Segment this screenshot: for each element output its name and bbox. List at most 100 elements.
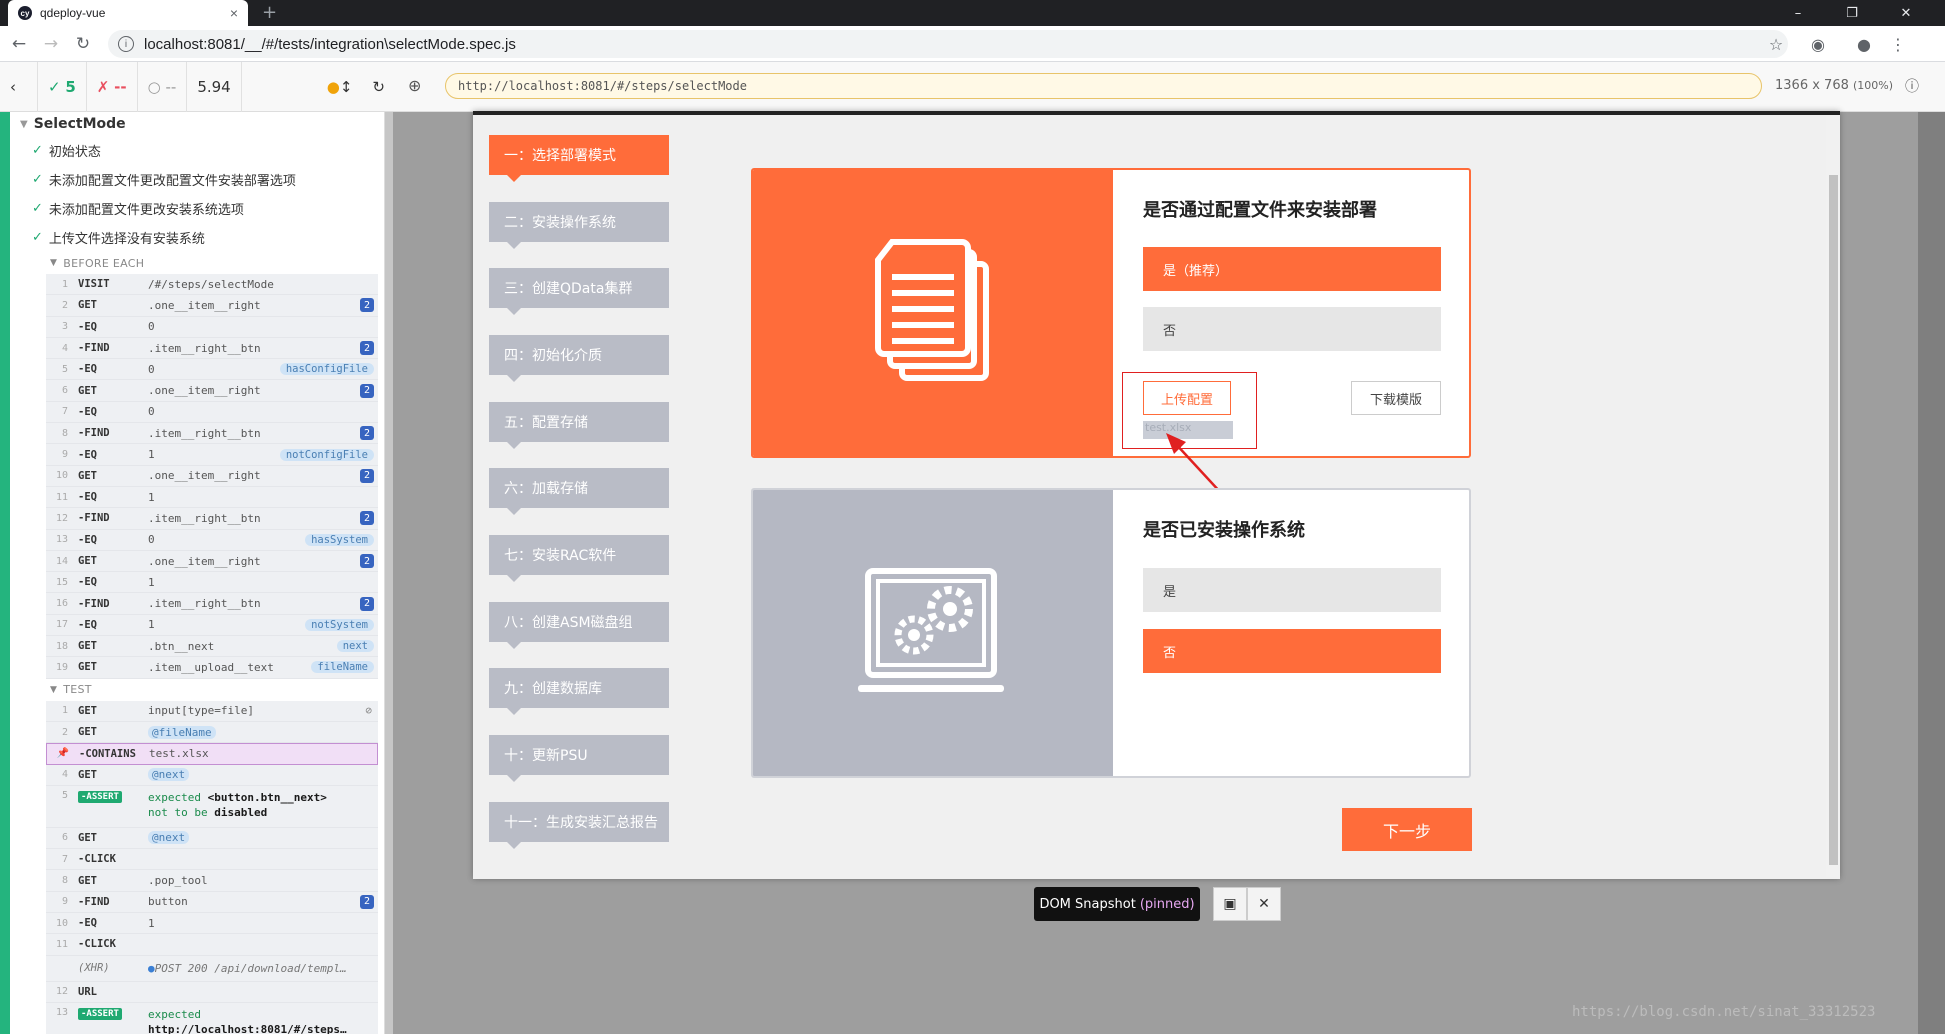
element-count-badge: 2 [360, 511, 374, 526]
unpin-close-icon[interactable]: ✕ [1247, 887, 1281, 921]
suite-title[interactable]: ▼ SelectMode [10, 112, 384, 136]
command-row[interactable]: 13 -EQ 0 hasSystem [46, 529, 378, 551]
option-yes-recommended[interactable]: 是（推荐） [1143, 247, 1441, 291]
browser-tab[interactable]: cy qdeploy-vue × [8, 0, 248, 26]
test-item[interactable]: ✓ 未添加配置文件更改安装系统选项 [10, 194, 384, 223]
command-row[interactable]: 9 -FIND button 2 [46, 891, 378, 914]
new-tab-icon[interactable]: + [262, 2, 277, 23]
os-installed-card: 是否已安装操作系统 是 否 [751, 488, 1471, 778]
test-item[interactable]: ✓ 未添加配置文件更改配置文件安装部署选项 [10, 165, 384, 194]
command-row[interactable]: 4 GET @next [46, 764, 378, 786]
command-row[interactable]: 18 GET .btn__next next [46, 636, 378, 658]
step-item[interactable]: 一：选择部署模式 [489, 135, 669, 182]
command-row[interactable]: 3 -EQ 0 [46, 316, 378, 338]
command-row-pinned[interactable]: 📌 -CONTAINS test.xlsx [46, 743, 378, 765]
step-item[interactable]: 六：加载存储 [489, 468, 669, 515]
command-row[interactable]: 7 -EQ 0 [46, 401, 378, 424]
command-row[interactable]: 7 -CLICK [46, 849, 378, 871]
documents-icon [875, 239, 989, 381]
menu-kebab-icon[interactable]: ⋮ [1886, 32, 1910, 56]
command-row[interactable]: 12 URL [46, 981, 378, 1003]
card-title: 是否通过配置文件来安装部署 [1143, 200, 1377, 221]
command-row-xhr[interactable]: (XHR) ●POST 200 /api/download/templ… [46, 955, 378, 982]
address-bar[interactable]: i localhost:8081/__/#/tests/integration\… [108, 30, 1788, 58]
step-item[interactable]: 七：安装RAC软件 [489, 535, 669, 582]
step-item[interactable]: 四：初始化介质 [489, 335, 669, 382]
option-no[interactable]: 否 [1143, 307, 1441, 351]
command-row[interactable]: 19 GET .item__upload__text fileName [46, 657, 378, 679]
command-row-assert[interactable]: 13 -ASSERT expected http://localhost:8081/#… [46, 1002, 378, 1034]
dom-snapshot-label: DOM Snapshot (pinned) [1034, 887, 1200, 921]
command-row[interactable]: 10 GET .one__item__right 2 [46, 465, 378, 487]
command-row[interactable]: 17 -EQ 1 notSystem [46, 614, 378, 637]
hook-test[interactable]: ▼ TEST [10, 679, 384, 701]
test-item[interactable]: ✓ 初始状态 [10, 136, 384, 165]
command-row[interactable]: 4 -FIND .item__right__btn 2 [46, 337, 378, 360]
watermark: https://blog.csdn.net/sinat_33312523 [1572, 1004, 1876, 1020]
highlight-toggle-icon[interactable]: ▣ [1213, 887, 1247, 921]
bookmark-star-icon[interactable]: ☆ [1764, 32, 1788, 56]
element-count-badge: 2 [360, 596, 374, 611]
card-title: 是否已安装操作系统 [1143, 520, 1305, 541]
step-item[interactable]: 三：创建QData集群 [489, 268, 669, 315]
command-row[interactable]: 5 -EQ 0 hasConfigFile [46, 359, 378, 381]
next-step-button[interactable]: 下一步 [1342, 808, 1472, 851]
right-gutter [1918, 112, 1945, 1034]
back-icon[interactable]: ← [6, 31, 32, 57]
test-item[interactable]: ✓ 上传文件选择没有安装系统 [10, 223, 384, 252]
cypress-favicon-icon: cy [18, 6, 32, 20]
element-count-badge: 2 [360, 426, 374, 441]
option-yes[interactable]: 是 [1143, 568, 1441, 612]
cypress-toolbar: ‹ ✓ 5 ✗ -- ○ -- 5.94 ● ↕ ↻ ⊕ http://local… [0, 62, 1945, 112]
command-row[interactable]: 1 VISIT/#/steps/selectMode [46, 274, 378, 296]
option-no[interactable]: 否 [1143, 629, 1441, 673]
auto-scroll-icon[interactable]: ● ↕ [317, 62, 363, 112]
command-row[interactable]: 9 -EQ 1 notConfigFile [46, 444, 378, 466]
pending-count: ○ -- [138, 62, 188, 112]
command-row[interactable]: 14 GET .one__item__right 2 [46, 550, 378, 573]
collapse-reporter-icon[interactable]: ‹ [0, 62, 38, 112]
reload-icon[interactable]: ↻ [70, 31, 96, 57]
aut-scrollbar-thumb[interactable] [1829, 175, 1838, 865]
cypress-extension-icon[interactable]: ◉ [1806, 32, 1830, 56]
command-row[interactable]: 11 -CLICK [46, 934, 378, 956]
command-row[interactable]: 6 GET @next [46, 827, 378, 850]
command-row[interactable]: 8 GET .pop_tool [46, 870, 378, 892]
element-count-badge: 2 [360, 554, 374, 568]
computer-gears-icon [858, 568, 1004, 692]
selector-playground-icon[interactable]: ⊕ [408, 76, 421, 95]
command-row[interactable]: 15 -EQ 1 [46, 572, 378, 594]
command-row[interactable]: 10 -EQ 1 [46, 913, 378, 935]
rerun-icon[interactable]: ↻ [362, 62, 395, 112]
reporter-scrollbar[interactable] [385, 112, 393, 1034]
element-count-badge: 2 [360, 341, 374, 356]
command-row[interactable]: 2 GET .one__item__right 2 [46, 295, 378, 317]
browser-tabbar: cy qdeploy-vue × + – ❐ ✕ [0, 0, 1945, 26]
viewport-info-icon[interactable]: ⓘ [1905, 76, 1919, 96]
tab-close-icon[interactable]: × [230, 5, 238, 21]
account-icon[interactable]: ● [1852, 32, 1876, 56]
command-row-assert[interactable]: 5 -ASSERT expected <button.btn__next> not t… [46, 785, 378, 828]
command-row[interactable]: 2 GET @fileName [46, 721, 378, 744]
command-row[interactable]: 12 -FIND .item__right__btn 2 [46, 508, 378, 530]
forward-icon[interactable]: → [38, 31, 64, 57]
pin-icon: 📌 [56, 748, 69, 760]
minimize-icon[interactable]: – [1775, 0, 1821, 26]
step-item[interactable]: 九：创建数据库 [489, 668, 669, 715]
command-row[interactable]: 11 -EQ 1 [46, 486, 378, 509]
window-close-icon[interactable]: ✕ [1883, 0, 1929, 26]
step-item[interactable]: 十：更新PSU [489, 735, 669, 782]
download-template-button[interactable]: 下载模版 [1351, 381, 1441, 415]
step-item[interactable]: 五：配置存储 [489, 402, 669, 449]
command-row[interactable]: 6 GET .one__item__right 2 [46, 380, 378, 402]
command-row[interactable]: 8 -FIND .item__right__btn 2 [46, 423, 378, 445]
step-item[interactable]: 二：安装操作系统 [489, 202, 669, 249]
pass-indicator-bar [0, 112, 10, 1034]
restore-icon[interactable]: ❐ [1829, 0, 1875, 26]
info-icon[interactable]: i [118, 36, 134, 52]
step-item[interactable]: 八：创建ASM磁盘组 [489, 602, 669, 649]
command-row[interactable]: 1 GET input[type=file] ⊘ [46, 700, 378, 722]
step-item[interactable]: 十一：生成安装汇总报告 [489, 802, 669, 849]
command-row[interactable]: 16 -FIND .item__right__btn 2 [46, 593, 378, 615]
hook-before-each[interactable]: ▼ BEFORE EACH [10, 252, 384, 274]
